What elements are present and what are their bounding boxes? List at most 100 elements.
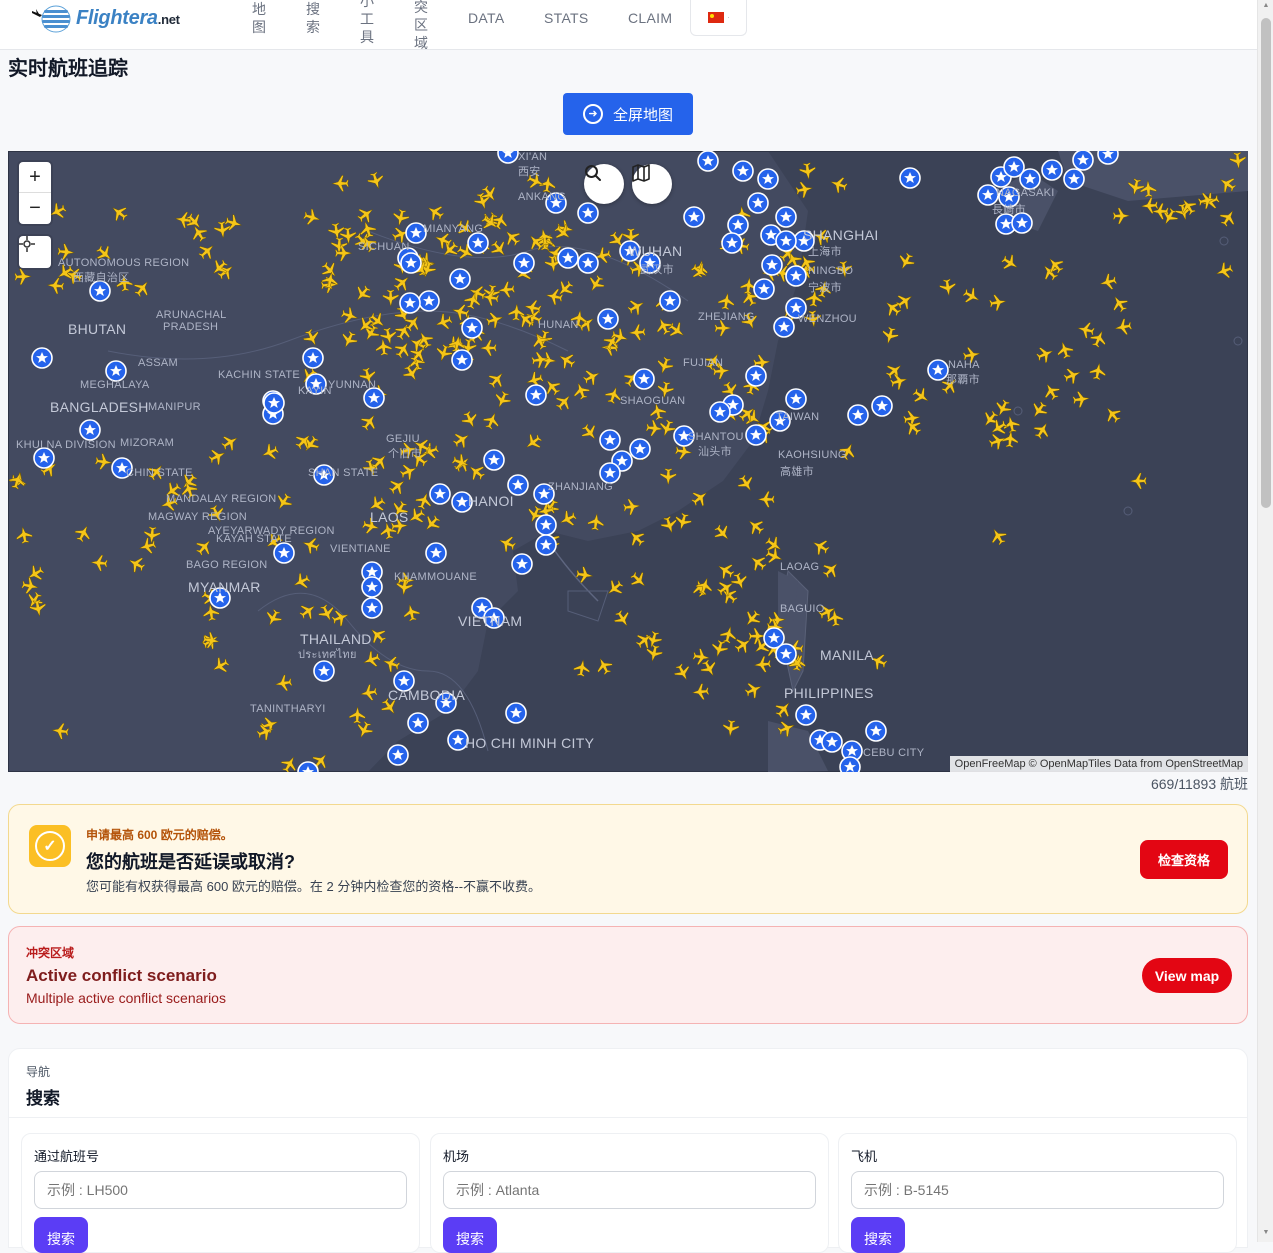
airport-marker-icon[interactable]: [839, 756, 861, 772]
airport-marker-icon[interactable]: [418, 290, 440, 312]
aircraft-icon[interactable]: [772, 698, 795, 721]
aircraft-icon[interactable]: [743, 679, 765, 700]
aircraft-icon[interactable]: [883, 359, 906, 382]
airport-marker-icon[interactable]: [773, 316, 795, 338]
flight-number-input[interactable]: [34, 1171, 407, 1209]
airport-marker-icon[interactable]: [821, 731, 843, 753]
airport-marker-icon[interactable]: [577, 202, 599, 224]
airport-marker-icon[interactable]: [597, 308, 619, 330]
airport-marker-icon[interactable]: [425, 542, 447, 564]
airport-marker-icon[interactable]: [302, 347, 324, 369]
aircraft-icon[interactable]: [1108, 292, 1130, 315]
airport-marker-icon[interactable]: [313, 660, 335, 682]
nav-item-conflict-zones[interactable]: 突 区 域: [414, 0, 428, 52]
airport-marker-icon[interactable]: [732, 160, 754, 182]
airport-marker-icon[interactable]: [775, 206, 797, 228]
nav-item-data[interactable]: DATA: [468, 10, 504, 26]
aircraft-icon[interactable]: [672, 662, 694, 684]
airport-marker-icon[interactable]: [629, 438, 651, 460]
aircraft-icon[interactable]: [1089, 362, 1108, 381]
airport-marker-icon[interactable]: [871, 395, 893, 417]
airport-marker-icon[interactable]: [263, 392, 285, 414]
airport-marker-icon[interactable]: [865, 720, 887, 742]
airport-marker-icon[interactable]: [1041, 159, 1063, 181]
airport-marker-icon[interactable]: [483, 449, 505, 471]
aircraft-icon[interactable]: [961, 285, 983, 307]
nav-item-stats[interactable]: STATS: [544, 10, 589, 26]
airport-marker-icon[interactable]: [505, 702, 527, 724]
airport-marker-icon[interactable]: [525, 384, 547, 406]
aircraft-icon[interactable]: [895, 251, 917, 273]
aircraft-icon[interactable]: [1114, 318, 1133, 337]
aircraft-icon[interactable]: [627, 569, 650, 592]
aircraft-icon[interactable]: [1028, 399, 1051, 422]
aircraft-icon[interactable]: [820, 558, 843, 581]
airport-marker-icon[interactable]: [467, 232, 489, 254]
aircraft-icon[interactable]: [757, 491, 775, 508]
airport-marker-icon[interactable]: [775, 643, 797, 665]
zoom-in-button[interactable]: +: [19, 162, 51, 193]
airport-marker-icon[interactable]: [727, 214, 749, 236]
aircraft-icon[interactable]: [741, 607, 764, 630]
check-eligibility-button[interactable]: 检查资格: [1140, 840, 1228, 879]
airport-marker-icon[interactable]: [659, 290, 681, 312]
airport-marker-icon[interactable]: [361, 597, 383, 619]
aircraft-icon[interactable]: [1129, 472, 1147, 490]
airport-marker-icon[interactable]: [363, 387, 385, 409]
airport-marker-icon[interactable]: [683, 206, 705, 228]
aircraft-icon[interactable]: [1062, 365, 1083, 386]
airport-marker-icon[interactable]: [497, 151, 519, 164]
aircraft-icon[interactable]: [1217, 207, 1239, 230]
nav-item-tools[interactable]: 小 工 具: [360, 0, 374, 46]
airport-marker-icon[interactable]: [1063, 168, 1085, 190]
aircraft-icon[interactable]: [722, 719, 740, 738]
airport-marker-icon[interactable]: [513, 252, 535, 274]
airport-marker-icon[interactable]: [599, 462, 621, 484]
airport-marker-icon[interactable]: [757, 168, 779, 190]
aircraft-icon[interactable]: [992, 397, 1014, 419]
airport-marker-icon[interactable]: [745, 365, 767, 387]
nav-item-map[interactable]: 地 图: [252, 0, 266, 36]
airport-marker-icon[interactable]: [599, 429, 621, 451]
airport-marker-icon[interactable]: [273, 542, 295, 564]
aircraft-icon[interactable]: [1035, 344, 1056, 365]
aircraft-icon[interactable]: [1031, 419, 1053, 441]
aircraft-icon[interactable]: [719, 625, 739, 645]
nav-item-search[interactable]: 搜 索: [306, 0, 320, 36]
airport-search-button[interactable]: 搜索: [443, 1217, 497, 1253]
map-layers-button[interactable]: [632, 164, 672, 204]
aircraft-icon[interactable]: [799, 162, 817, 181]
aircraft-icon[interactable]: [575, 566, 594, 584]
airport-marker-icon[interactable]: [399, 292, 421, 314]
airport-marker-icon[interactable]: [511, 553, 533, 575]
aircraft-icon[interactable]: [988, 293, 1008, 312]
airport-marker-icon[interactable]: [785, 265, 807, 287]
aircraft-icon[interactable]: [809, 535, 831, 557]
airport-marker-icon[interactable]: [361, 576, 383, 598]
aircraft-icon[interactable]: [1101, 403, 1124, 426]
airport-marker-icon[interactable]: [79, 419, 101, 441]
flight-map[interactable]: XI'AN 西安 ANKANG SHANGHAI 上海市 NINGBO 宁波市 WUHAN 武汉…: [8, 151, 1248, 772]
airport-marker-icon[interactable]: [105, 360, 127, 382]
page-scrollbar[interactable]: ▲ ▼: [1257, 0, 1273, 1242]
aircraft-icon[interactable]: [746, 551, 769, 574]
airport-marker-icon[interactable]: [697, 151, 719, 172]
fullscreen-map-button[interactable]: ➜ 全屏地图: [563, 93, 693, 135]
aircraft-icon[interactable]: [573, 659, 591, 678]
aircraft-icon[interactable]: [894, 290, 917, 313]
airport-marker-icon[interactable]: [785, 388, 807, 410]
airport-marker-icon[interactable]: [709, 401, 731, 423]
aircraft-icon[interactable]: [593, 655, 615, 677]
language-selector[interactable]: ·: [690, 0, 747, 36]
airport-marker-icon[interactable]: [745, 424, 767, 446]
aircraft-icon[interactable]: [1055, 340, 1075, 360]
airport-marker-icon[interactable]: [535, 514, 557, 536]
aircraft-icon[interactable]: [729, 571, 750, 592]
aircraft-icon[interactable]: [939, 278, 957, 297]
flight-number-search-button[interactable]: 搜索: [34, 1217, 88, 1253]
aircraft-icon[interactable]: [1214, 261, 1235, 282]
airport-marker-icon[interactable]: [400, 252, 422, 274]
nav-item-claim[interactable]: CLAIM: [628, 10, 672, 26]
locate-me-button[interactable]: [19, 236, 51, 268]
aircraft-registration-input[interactable]: [851, 1171, 1224, 1209]
